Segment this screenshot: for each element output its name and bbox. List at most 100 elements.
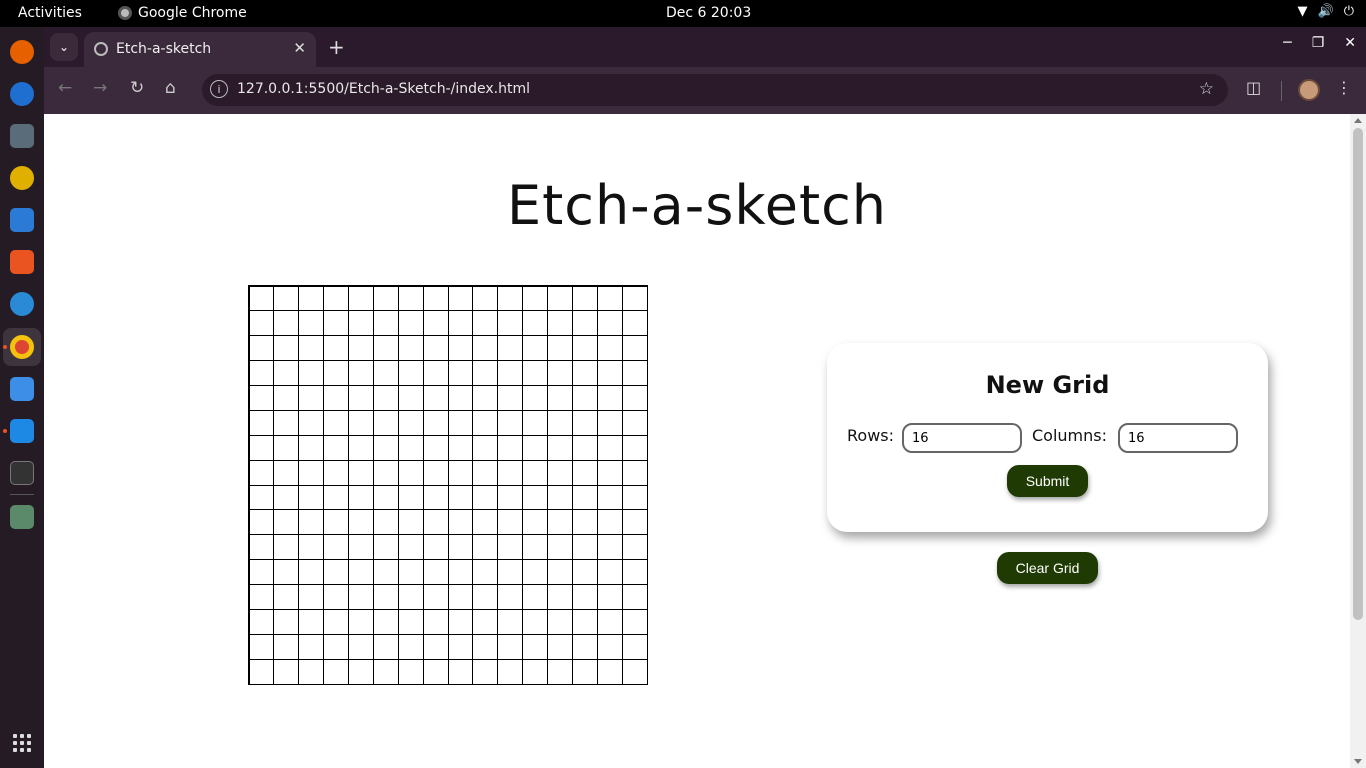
grid-cell[interactable] — [497, 385, 524, 411]
grid-cell[interactable] — [397, 509, 424, 536]
grid-cell[interactable] — [472, 459, 499, 486]
sketch-grid[interactable] — [248, 285, 648, 685]
grid-cell[interactable] — [422, 484, 449, 511]
grid-cell[interactable] — [547, 633, 573, 660]
grid-cell[interactable] — [298, 608, 325, 635]
grid-cell[interactable] — [472, 484, 499, 511]
grid-cell[interactable] — [422, 534, 449, 561]
grid-cell[interactable] — [571, 310, 598, 337]
grid-cell[interactable] — [447, 534, 474, 561]
grid-cell[interactable] — [571, 360, 598, 386]
grid-cell[interactable] — [497, 285, 524, 312]
grid-cell[interactable] — [348, 608, 374, 635]
grid-cell[interactable] — [522, 484, 548, 511]
grid-cell[interactable] — [447, 310, 474, 337]
grid-cell[interactable] — [497, 484, 524, 511]
grid-cell[interactable] — [298, 310, 325, 337]
grid-cell[interactable] — [571, 459, 598, 486]
grid-cell[interactable] — [273, 285, 300, 312]
writer-icon[interactable] — [10, 208, 34, 232]
forward-icon[interactable]: → — [93, 78, 107, 98]
grid-cell[interactable] — [447, 608, 474, 635]
grid-cell[interactable] — [397, 434, 424, 461]
grid-cell[interactable] — [397, 559, 424, 585]
home-icon[interactable]: ⌂ — [165, 78, 176, 98]
grid-cell[interactable] — [571, 559, 598, 585]
grid-cell[interactable] — [522, 310, 548, 337]
grid-cell[interactable] — [248, 434, 275, 461]
grid-cell[interactable] — [522, 434, 548, 461]
grid-cell[interactable] — [323, 559, 349, 585]
scroll-up-icon[interactable] — [1354, 118, 1362, 123]
grid-cell[interactable] — [522, 509, 548, 536]
grid-cell[interactable] — [497, 335, 524, 362]
grid-cell[interactable] — [248, 534, 275, 561]
chrome-icon[interactable] — [10, 335, 34, 359]
grid-cell[interactable] — [298, 559, 325, 585]
grid-cell[interactable] — [547, 509, 573, 536]
scrollbar-thumb[interactable] — [1353, 128, 1363, 620]
grid-cell[interactable] — [348, 484, 374, 511]
grid-cell[interactable] — [497, 434, 524, 461]
new-tab-button[interactable]: + — [328, 35, 345, 59]
grid-cell[interactable] — [323, 633, 349, 660]
grid-cell[interactable] — [596, 559, 623, 585]
grid-cell[interactable] — [472, 434, 499, 461]
app-menu[interactable]: Google Chrome — [118, 5, 247, 21]
grid-cell[interactable] — [571, 658, 598, 685]
grid-cell[interactable] — [522, 658, 548, 685]
system-tray[interactable]: ▼ 🔊 ⏻ — [1298, 4, 1354, 19]
grid-cell[interactable] — [348, 633, 374, 660]
grid-cell[interactable] — [447, 335, 474, 362]
grid-cell[interactable] — [372, 360, 399, 386]
tab-etch-a-sketch[interactable]: Etch-a-sketch ✕ — [84, 32, 316, 67]
grid-cell[interactable] — [596, 509, 623, 536]
grid-cell[interactable] — [298, 434, 325, 461]
grid-cell[interactable] — [348, 509, 374, 536]
grid-cell[interactable] — [447, 459, 474, 486]
grid-cell[interactable] — [372, 335, 399, 362]
grid-cell[interactable] — [248, 285, 275, 312]
grid-cell[interactable] — [273, 559, 300, 585]
grid-cell[interactable] — [621, 434, 648, 461]
grid-cell[interactable] — [273, 385, 300, 411]
grid-cell[interactable] — [422, 658, 449, 685]
grid-cell[interactable] — [372, 633, 399, 660]
grid-cell[interactable] — [522, 285, 548, 312]
app-grid-icon[interactable] — [13, 734, 31, 752]
grid-cell[interactable] — [397, 335, 424, 362]
maximize-icon[interactable]: ❐ — [1312, 35, 1325, 51]
grid-cell[interactable] — [397, 459, 424, 486]
grid-cell[interactable] — [472, 285, 499, 312]
grid-cell[interactable] — [372, 534, 399, 561]
grid-cell[interactable] — [596, 434, 623, 461]
grid-cell[interactable] — [497, 409, 524, 436]
grid-cell[interactable] — [447, 633, 474, 660]
grid-cell[interactable] — [472, 335, 499, 362]
grid-cell[interactable] — [447, 409, 474, 436]
grid-cell[interactable] — [472, 608, 499, 635]
grid-cell[interactable] — [547, 385, 573, 411]
grid-cell[interactable] — [397, 409, 424, 436]
close-tab-icon[interactable]: ✕ — [293, 39, 306, 57]
grid-cell[interactable] — [547, 534, 573, 561]
rhythmbox-icon[interactable] — [10, 166, 34, 190]
grid-cell[interactable] — [547, 484, 573, 511]
grid-cell[interactable] — [472, 559, 499, 585]
tab-search-button[interactable]: ⌄ — [50, 33, 78, 61]
grid-cell[interactable] — [348, 385, 374, 411]
grid-cell[interactable] — [522, 559, 548, 585]
grid-cell[interactable] — [596, 285, 623, 312]
grid-cell[interactable] — [372, 559, 399, 585]
grid-cell[interactable] — [447, 360, 474, 386]
bookmark-star-icon[interactable]: ☆ — [1199, 79, 1214, 99]
grid-cell[interactable] — [248, 584, 275, 610]
grid-cell[interactable] — [621, 409, 648, 436]
grid-cell[interactable] — [422, 335, 449, 362]
grid-cell[interactable] — [273, 360, 300, 386]
files-icon[interactable] — [10, 124, 34, 148]
grid-cell[interactable] — [397, 360, 424, 386]
grid-cell[interactable] — [397, 484, 424, 511]
grid-cell[interactable] — [472, 658, 499, 685]
grid-cell[interactable] — [248, 559, 275, 585]
